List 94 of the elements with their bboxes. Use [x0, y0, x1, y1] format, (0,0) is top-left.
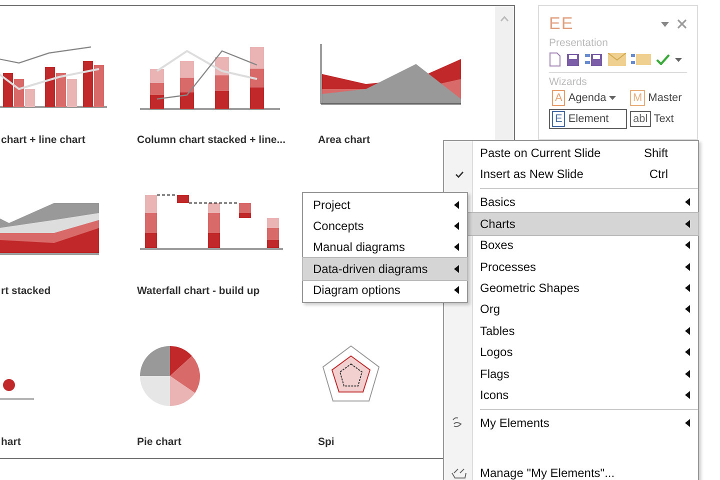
bar-segment	[215, 90, 229, 109]
menu-item[interactable]: Org	[444, 298, 698, 320]
submenu-arrow-icon	[685, 262, 690, 271]
panel-title: EE	[549, 14, 575, 34]
submenu-arrow-icon	[685, 419, 690, 428]
bar	[3, 73, 13, 107]
submenu-arrow-icon	[685, 390, 690, 399]
menu-item[interactable]: Diagram options	[303, 280, 467, 301]
group-label: Wizards	[549, 76, 588, 88]
bar-segment	[250, 68, 264, 88]
group-label: Presentation	[549, 37, 609, 49]
bar-segment	[145, 213, 157, 233]
pie-slice	[170, 356, 200, 393]
submenu-arrow-icon	[454, 222, 459, 230]
save-icon[interactable]	[566, 52, 580, 66]
bubble	[3, 378, 15, 390]
check-icon	[454, 170, 464, 178]
submenu-arrow-icon	[685, 241, 690, 250]
connector-line	[188, 202, 240, 204]
wizard-button[interactable]: A Agenda	[549, 88, 627, 108]
pie-slice	[170, 376, 195, 406]
pie-slice	[140, 346, 170, 376]
submenu-arrow-icon	[685, 326, 690, 335]
bar-segment	[145, 233, 157, 248]
wizard-button[interactable]: E Element	[549, 109, 627, 129]
chart-title[interactable]: rt stacked	[0, 285, 135, 297]
bar-segment	[150, 69, 164, 83]
bar-segment	[180, 92, 194, 109]
submenu-arrow-icon	[454, 286, 459, 294]
bar-segment	[215, 75, 229, 91]
menu-item[interactable]: Project	[303, 194, 467, 216]
button-label: Master	[648, 92, 682, 104]
submenu-arrow-icon	[454, 243, 459, 252]
save-split-icon[interactable]	[585, 52, 603, 66]
radar-grid	[322, 345, 380, 402]
menu-item[interactable]: Manual diagrams	[303, 236, 467, 258]
bar-segment	[250, 87, 264, 109]
menu-item[interactable]: Paste on Current Slide Shift	[444, 142, 698, 164]
shortcut-text: Shift	[644, 146, 668, 160]
chart-title[interactable]: Column chart stacked + line...	[135, 134, 316, 146]
letter-icon: A	[552, 90, 566, 106]
menu-item[interactable]: Flags	[444, 362, 698, 384]
letter-icon: E	[552, 111, 566, 127]
chart-title[interactable]: chart + line chart	[0, 134, 135, 146]
menu-item[interactable]: Tables	[444, 320, 698, 342]
submenu-arrow-icon	[454, 264, 459, 273]
menu-item[interactable]: Icons	[444, 384, 698, 406]
check-icon[interactable]	[656, 54, 670, 65]
tray-icon	[451, 466, 467, 479]
submenu-arrow-icon	[685, 284, 690, 292]
bar-segment	[267, 218, 279, 228]
submenu-arrow-icon	[454, 200, 459, 209]
dropdown-icon[interactable]	[675, 58, 682, 62]
submenu-arrow-icon	[685, 198, 690, 206]
bar-segment	[150, 83, 164, 95]
chart-title[interactable]: Pie chart	[135, 436, 316, 448]
bar	[94, 65, 104, 107]
bar-segment	[208, 233, 220, 248]
wizard-button[interactable]: M Master	[627, 88, 697, 108]
bar-segment	[250, 47, 264, 69]
connector-line	[156, 194, 178, 196]
submenu-arrow-icon	[685, 370, 690, 378]
menu-item[interactable]: Logos	[444, 342, 698, 363]
bar-segment	[145, 195, 157, 213]
letter-icon: abl	[630, 111, 651, 127]
submenu-arrow-icon	[685, 348, 690, 356]
bar	[45, 67, 55, 107]
close-icon[interactable]	[677, 19, 687, 29]
dropdown-icon[interactable]	[609, 96, 616, 100]
dropdown-icon[interactable]	[661, 22, 669, 26]
letter-icon: M	[630, 90, 646, 106]
menu-item[interactable]: Manage "My Elements"...	[444, 462, 698, 480]
bar-segment	[177, 195, 189, 203]
button-label: Element	[568, 113, 609, 125]
menu-item[interactable]: My Elements	[444, 412, 698, 434]
chart-title[interactable]: hart	[0, 436, 135, 448]
bar-segment	[180, 61, 194, 78]
submenu-arrow-icon	[685, 220, 690, 228]
bar	[56, 73, 66, 107]
axis-line	[0, 398, 34, 399]
bar	[83, 61, 93, 107]
pie-slice	[170, 346, 192, 376]
envelope-split-icon[interactable]	[631, 53, 651, 66]
shortcut-text: Ctrl	[649, 167, 668, 182]
menu-item[interactable]: Data-driven diagrams	[303, 258, 467, 280]
submenu-arrow-icon	[685, 305, 690, 314]
button-label: Text	[654, 113, 674, 125]
button-label: Agenda	[568, 92, 606, 104]
menu-item[interactable]: Insert as New Slide Ctrl	[444, 163, 698, 185]
document-icon[interactable]	[549, 52, 561, 67]
bar-segment	[150, 95, 164, 109]
pie-slice	[140, 376, 170, 406]
bar	[67, 79, 77, 107]
wizard-button[interactable]: abl Text	[627, 109, 697, 129]
